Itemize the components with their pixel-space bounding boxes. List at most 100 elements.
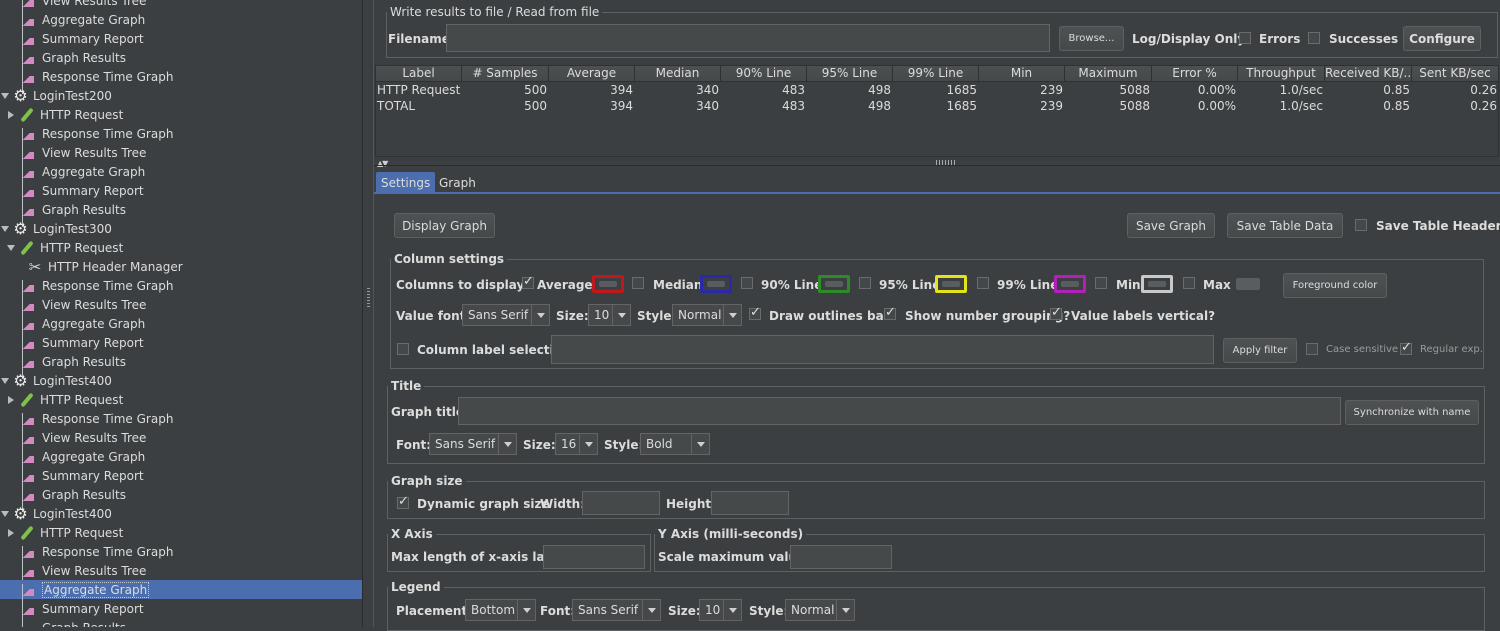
tab-graph[interactable]: Graph <box>434 172 481 193</box>
tree-item[interactable]: HTTP Request <box>0 105 362 124</box>
tree-item[interactable]: Graph Results <box>0 485 362 504</box>
case-sensitive-checkbox[interactable] <box>1306 343 1318 355</box>
tree-item[interactable]: ⚙ LoginTest200 <box>0 86 362 105</box>
table-cell[interactable]: 1.0/sec <box>1238 82 1325 98</box>
tree-item[interactable]: Response Time Graph <box>0 542 362 561</box>
tree-item[interactable]: Aggregate Graph <box>0 580 362 599</box>
expand-toggle-icon[interactable] <box>6 243 16 253</box>
expand-toggle-icon[interactable] <box>0 376 10 386</box>
table-cell[interactable]: 239 <box>979 82 1065 98</box>
tree-item[interactable]: Graph Results <box>0 352 362 371</box>
width-input[interactable] <box>582 491 660 515</box>
tree-item[interactable]: Graph Results <box>0 618 362 627</box>
legend-size-select[interactable]: 10 <box>699 599 742 621</box>
table-header-cell[interactable]: Min <box>979 66 1065 82</box>
table-cell[interactable]: 0.00% <box>1152 98 1238 114</box>
table-header-cell[interactable]: Received KB/... <box>1325 66 1412 82</box>
configure-button[interactable]: Configure <box>1403 26 1481 51</box>
expand-toggle-icon[interactable] <box>6 395 16 405</box>
expand-toggle-icon[interactable] <box>6 528 16 538</box>
column-label-filter-input[interactable] <box>551 335 1214 364</box>
labels-vertical-checkbox[interactable] <box>1050 305 1062 320</box>
browse-button[interactable]: Browse... <box>1059 26 1124 51</box>
test-plan-tree[interactable]: View Results Tree Aggregate Graph Summary … <box>0 0 362 627</box>
filename-input[interactable] <box>446 24 1050 52</box>
tree-item[interactable]: Aggregate Graph <box>0 10 362 29</box>
number-grouping-checkbox[interactable] <box>884 305 896 320</box>
table-cell[interactable]: 0.85 <box>1325 82 1412 98</box>
column-checkbox[interactable] <box>632 277 644 289</box>
table-cell[interactable]: TOTAL <box>376 98 462 114</box>
legend-font-select[interactable]: Sans Serif <box>572 599 661 621</box>
tree-item[interactable]: Graph Results <box>0 48 362 67</box>
table-header-cell[interactable]: 90% Line <box>721 66 807 82</box>
column-checkbox[interactable] <box>1095 277 1107 289</box>
table-cell[interactable]: 1685 <box>893 82 979 98</box>
tree-item[interactable]: HTTP Request <box>0 238 362 257</box>
table-header-cell[interactable]: # Samples <box>462 66 549 82</box>
display-graph-button[interactable]: Display Graph <box>394 213 495 238</box>
save-table-data-button[interactable]: Save Table Data <box>1227 213 1343 238</box>
tab-settings[interactable]: Settings <box>376 172 436 193</box>
column-checkbox[interactable] <box>977 277 989 289</box>
apply-filter-button[interactable]: Apply filter <box>1223 338 1297 363</box>
table-cell[interactable]: 1685 <box>893 98 979 114</box>
graph-title-input[interactable] <box>458 397 1341 425</box>
value-style-select[interactable]: Normal <box>672 304 742 326</box>
column-checkbox[interactable] <box>859 277 871 289</box>
tree-item[interactable]: ⚙ LoginTest300 <box>0 219 362 238</box>
table-header-cell[interactable]: Throughput <box>1238 66 1325 82</box>
save-graph-button[interactable]: Save Graph <box>1127 213 1215 238</box>
table-cell[interactable]: 5088 <box>1065 82 1152 98</box>
table-cell[interactable]: 498 <box>807 98 893 114</box>
tree-item[interactable]: Response Time Graph <box>0 276 362 295</box>
errors-checkbox[interactable] <box>1239 32 1251 44</box>
column-checkbox[interactable] <box>1183 277 1195 289</box>
x-axis-max-length-input[interactable] <box>543 545 645 569</box>
title-style-select[interactable]: Bold <box>640 433 710 455</box>
value-size-select[interactable]: 10 <box>588 304 631 326</box>
tree-item[interactable]: Aggregate Graph <box>0 162 362 181</box>
tree-item[interactable]: Summary Report <box>0 333 362 352</box>
tree-item[interactable]: Graph Results <box>0 200 362 219</box>
column-checkbox[interactable] <box>522 274 534 289</box>
table-header-cell[interactable]: Error % <box>1152 66 1238 82</box>
table-cell[interactable]: 340 <box>635 98 721 114</box>
table-cell[interactable]: 0.26 <box>1412 82 1499 98</box>
tree-item[interactable]: View Results Tree <box>0 428 362 447</box>
aggregate-table[interactable]: Label HTTP Request TOTAL # Samples 500 500 Ave… <box>375 65 1499 157</box>
tree-item[interactable]: Aggregate Graph <box>0 314 362 333</box>
table-cell[interactable]: HTTP Request <box>376 82 462 98</box>
save-table-header-checkbox[interactable] <box>1355 219 1367 231</box>
legend-style-select[interactable]: Normal <box>785 599 855 621</box>
table-cell[interactable]: 239 <box>979 98 1065 114</box>
column-color-swatch[interactable] <box>1236 278 1260 290</box>
title-size-select[interactable]: 16 <box>555 433 598 455</box>
column-color-swatch[interactable] <box>818 275 850 293</box>
table-header-cell[interactable]: Average <box>549 66 635 82</box>
column-color-swatch[interactable] <box>1054 275 1086 293</box>
draw-outlines-checkbox[interactable] <box>749 305 761 320</box>
panel-splitter[interactable] <box>362 0 374 627</box>
table-cell[interactable]: 500 <box>462 98 549 114</box>
splitter-grip[interactable] <box>367 288 370 308</box>
table-cell[interactable]: 394 <box>549 82 635 98</box>
table-header-cell[interactable]: Maximum <box>1065 66 1152 82</box>
expand-toggle-icon[interactable] <box>0 509 10 519</box>
table-header-cell[interactable]: 99% Line <box>893 66 979 82</box>
value-font-select[interactable]: Sans Serif <box>462 304 550 326</box>
table-cell[interactable]: 1.0/sec <box>1238 98 1325 114</box>
tree-item[interactable]: Aggregate Graph <box>0 447 362 466</box>
tree-item[interactable]: View Results Tree <box>0 295 362 314</box>
tree-item[interactable]: Response Time Graph <box>0 67 362 86</box>
table-cell[interactable]: 394 <box>549 98 635 114</box>
tree-item[interactable]: Response Time Graph <box>0 124 362 143</box>
placement-select[interactable]: Bottom <box>465 599 536 621</box>
table-header-cell[interactable]: 95% Line <box>807 66 893 82</box>
expand-toggle-icon[interactable] <box>0 91 10 101</box>
tree-item[interactable]: ⚙ LoginTest400 <box>0 504 362 523</box>
table-header-cell[interactable]: Median <box>635 66 721 82</box>
table-cell[interactable]: 0.85 <box>1325 98 1412 114</box>
y-axis-scale-input[interactable] <box>790 545 892 569</box>
column-checkbox[interactable] <box>741 277 753 289</box>
